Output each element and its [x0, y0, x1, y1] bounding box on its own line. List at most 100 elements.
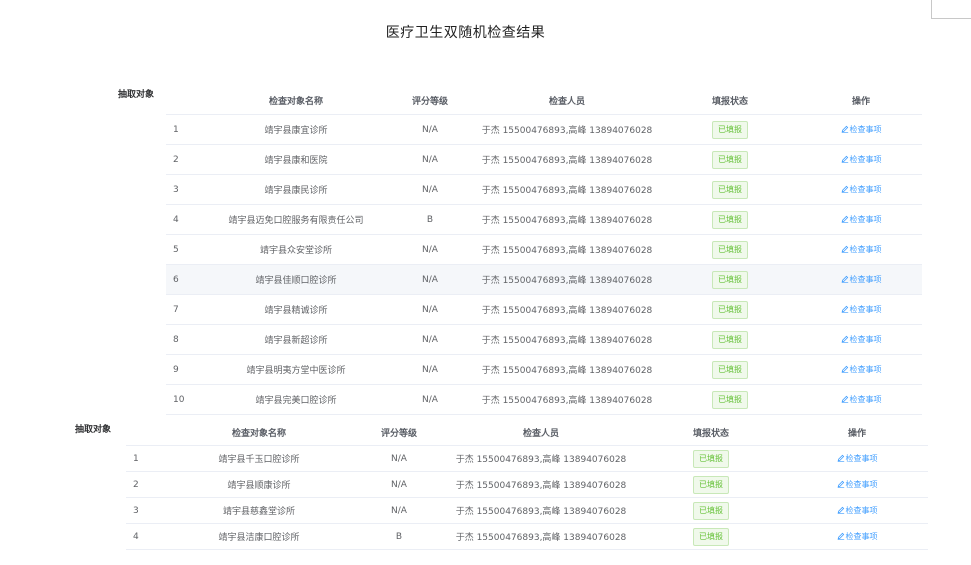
inspection-items-label: 检查事项: [845, 506, 878, 515]
inspection-items-link[interactable]: 检查事项: [841, 155, 882, 164]
status-badge: 已填报: [712, 360, 748, 379]
inspection-items-link[interactable]: 检查事项: [841, 365, 882, 374]
inspection-items-link[interactable]: 检查事项: [841, 335, 882, 344]
rating-grade: N/A: [386, 294, 474, 325]
status-cell: 已填报: [660, 294, 800, 325]
row-index: 5: [166, 234, 206, 265]
edit-icon: [837, 506, 844, 514]
status-cell: 已填报: [636, 497, 786, 524]
col-grade-header: 评分等级: [386, 87, 474, 115]
rating-grade: N/A: [386, 354, 474, 385]
inspection-items-label: 检查事项: [849, 125, 882, 134]
row-index: 8: [166, 324, 206, 355]
table-row: 3 靖宇县慈鑫堂诊所 N/A 于杰 15500476893,高峰 1389407602…: [126, 497, 928, 524]
status-badge: 已填报: [693, 449, 729, 468]
inspection-items-label: 检查事项: [845, 480, 878, 489]
action-cell: 检查事项: [800, 234, 922, 265]
status-cell: 已填报: [660, 174, 800, 205]
row-index: 6: [166, 264, 206, 295]
edit-icon: [837, 532, 844, 540]
inspection-table-1: 检查对象名称 评分等级 检查人员 填报状态 操作 1 靖宇县康宜诊所 N/A 于杰 1…: [166, 87, 922, 415]
edit-icon: [837, 454, 844, 462]
row-index: 9: [166, 354, 206, 385]
table-row: 8 靖宇县新超诊所 N/A 于杰 15500476893,高峰 13894076028…: [166, 324, 922, 355]
row-index: 4: [166, 204, 206, 235]
status-badge: 已填报: [693, 527, 729, 546]
edit-icon: [841, 275, 848, 283]
window-corner-divider: [931, 0, 932, 18]
rating-grade: N/A: [386, 174, 474, 205]
inspection-items-link[interactable]: 检查事项: [841, 245, 882, 254]
inspection-target-name: 靖宇县众安堂诊所: [206, 234, 386, 265]
action-cell: 检查事项: [800, 324, 922, 355]
table-header-row: 检查对象名称 评分等级 检查人员 填报状态 操作: [126, 420, 928, 446]
table-header-row: 检查对象名称 评分等级 检查人员 填报状态 操作: [166, 87, 922, 115]
table-row: 1 靖宇县千玉口腔诊所 N/A 于杰 15500476893,高峰 138940760…: [126, 445, 928, 472]
rating-grade: N/A: [386, 234, 474, 265]
edit-icon: [841, 245, 848, 253]
row-index: 4: [126, 523, 166, 550]
status-badge: 已填报: [712, 330, 748, 349]
status-cell: 已填报: [660, 384, 800, 415]
edit-icon: [841, 125, 848, 133]
inspection-items-label: 检查事项: [849, 275, 882, 284]
inspection-items-link[interactable]: 检查事项: [841, 275, 882, 284]
inspection-items-link[interactable]: 检查事项: [837, 454, 878, 463]
inspection-items-link[interactable]: 检查事项: [837, 506, 878, 515]
edit-icon: [841, 155, 848, 163]
col-name-header: 检查对象名称: [166, 420, 352, 446]
inspectors: 于杰 15500476893,高峰 13894076028: [474, 264, 660, 295]
rating-grade: N/A: [386, 264, 474, 295]
inspection-target-name: 靖宇县顺康诊所: [166, 471, 352, 498]
action-cell: 检查事项: [786, 471, 928, 498]
inspectors: 于杰 15500476893,高峰 13894076028: [446, 445, 636, 472]
action-cell: 检查事项: [800, 174, 922, 205]
action-cell: 检查事项: [800, 204, 922, 235]
inspection-items-link[interactable]: 检查事项: [837, 480, 878, 489]
inspection-items-link[interactable]: 检查事项: [841, 395, 882, 404]
window-corner-divider-horizontal: [931, 18, 971, 19]
inspection-items-link[interactable]: 检查事项: [841, 305, 882, 314]
col-name-header: 检查对象名称: [206, 87, 386, 115]
status-badge: 已填报: [693, 501, 729, 520]
status-cell: 已填报: [660, 234, 800, 265]
table-row: 1 靖宇县康宜诊所 N/A 于杰 15500476893,高峰 13894076028…: [166, 114, 922, 145]
inspection-target-name: 靖宇县慈鑫堂诊所: [166, 497, 352, 524]
row-index: 3: [126, 497, 166, 524]
inspection-items-label: 检查事项: [849, 305, 882, 314]
table-row: 3 靖宇县康民诊所 N/A 于杰 15500476893,高峰 13894076028…: [166, 174, 922, 205]
rating-grade: N/A: [352, 471, 446, 498]
action-cell: 检查事项: [800, 294, 922, 325]
row-index: 3: [166, 174, 206, 205]
inspection-items-link[interactable]: 检查事项: [837, 532, 878, 541]
inspectors: 于杰 15500476893,高峰 13894076028: [474, 324, 660, 355]
table-row: 2 靖宇县康和医院 N/A 于杰 15500476893,高峰 13894076028…: [166, 144, 922, 175]
inspection-target-name: 靖宇县迈免口腔服务有限责任公司: [206, 204, 386, 235]
action-cell: 检查事项: [800, 354, 922, 385]
inspection-items-label: 检查事项: [849, 155, 882, 164]
status-badge: 已填报: [712, 150, 748, 169]
inspection-items-link[interactable]: 检查事项: [841, 125, 882, 134]
row-index: 10: [166, 384, 206, 415]
inspection-items-link[interactable]: 检查事项: [841, 215, 882, 224]
inspection-table-2: 检查对象名称 评分等级 检查人员 填报状态 操作 1 靖宇县千玉口腔诊所 N/A 于杰…: [126, 420, 928, 550]
col-index-header: [166, 87, 206, 115]
rating-grade: B: [352, 523, 446, 550]
col-index-header: [126, 420, 166, 446]
edit-icon: [841, 395, 848, 403]
status-badge: 已填报: [712, 180, 748, 199]
table-row: 6 靖宇县佳顺口腔诊所 N/A 于杰 15500476893,高峰 138940760…: [166, 264, 922, 295]
table-row: 2 靖宇县顺康诊所 N/A 于杰 15500476893,高峰 13894076028…: [126, 471, 928, 498]
inspection-items-link[interactable]: 检查事项: [841, 185, 882, 194]
edit-icon: [841, 215, 848, 223]
action-cell: 检查事项: [786, 523, 928, 550]
edit-icon: [837, 480, 844, 488]
rating-grade: N/A: [386, 144, 474, 175]
row-index: 2: [126, 471, 166, 498]
inspection-items-label: 检查事项: [845, 532, 878, 541]
section-label-1: 抽取对象: [118, 90, 155, 100]
page-title: 医疗卫生双随机检查结果: [385, 25, 546, 41]
inspection-target-name: 靖宇县康民诊所: [206, 174, 386, 205]
col-status-header: 填报状态: [660, 87, 800, 115]
inspection-target-name: 靖宇县康和医院: [206, 144, 386, 175]
